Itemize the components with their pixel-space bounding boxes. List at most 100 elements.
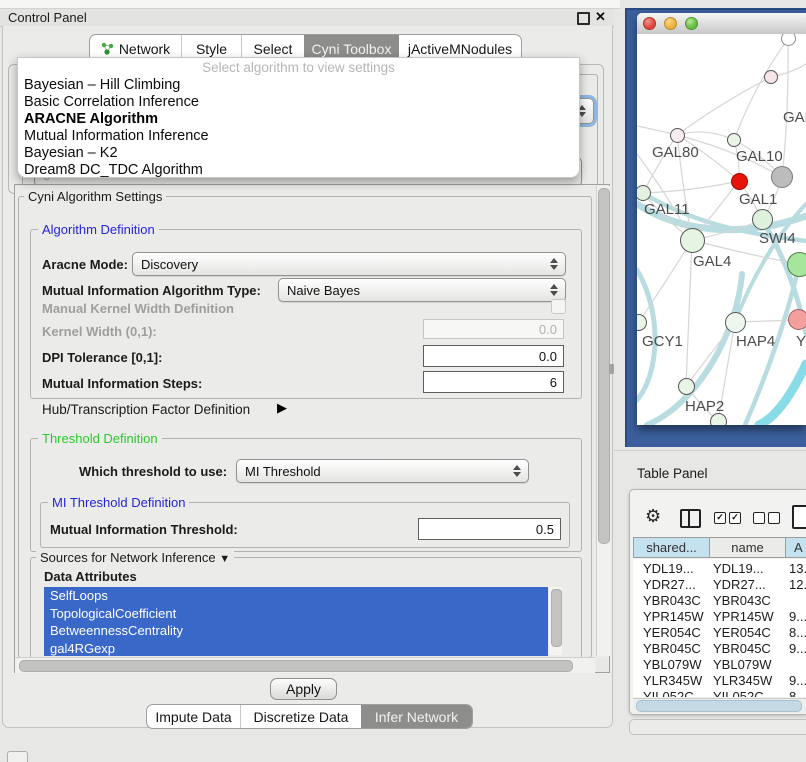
aracne-mode-label: Aracne Mode: xyxy=(42,257,128,272)
network-node[interactable] xyxy=(771,166,793,188)
attributes-list-scrollbar-thumb[interactable] xyxy=(551,589,562,647)
control-panel-titlebar: Control Panel xyxy=(0,9,614,27)
aracne-mode-combo[interactable]: Discovery xyxy=(132,252,566,276)
attribute-item-selected[interactable]: gal4RGexp xyxy=(44,640,548,656)
network-node[interactable] xyxy=(680,228,705,253)
network-window-titlebar[interactable] xyxy=(637,13,806,35)
table-row[interactable]: YDR27...YDR27...12... xyxy=(633,577,806,593)
table-row[interactable]: YBR043CYBR043C xyxy=(633,593,806,609)
table-body: YDL19...YDL19...13... YDR27...YDR27...12… xyxy=(633,559,806,697)
settings-horizontal-scrollbar-thumb[interactable] xyxy=(19,660,573,672)
sources-collapse-arrow-icon[interactable]: ▼ xyxy=(219,553,230,565)
node-label: GAL xyxy=(783,109,806,126)
scrollbar-corner xyxy=(596,658,609,672)
export-table-icon[interactable] xyxy=(792,505,806,529)
minimized-panel-button[interactable] xyxy=(7,751,28,762)
algorithm-popup: Select algorithm to view settings Bayesi… xyxy=(17,57,580,178)
combo-arrows-icon xyxy=(511,465,523,477)
manual-kernel-width-checkbox[interactable] xyxy=(551,299,566,314)
table-row[interactable]: YBL079WYBL079W xyxy=(633,657,806,673)
tab-infer-network[interactable]: Infer Network xyxy=(361,705,472,728)
column-header-partial[interactable]: A xyxy=(785,537,806,558)
close-panel-icon[interactable]: ✕ xyxy=(595,9,606,25)
attribute-item-selected[interactable]: BetweennessCentrality xyxy=(44,622,548,640)
dpi-tolerance-field[interactable]: 0.0 xyxy=(423,345,564,367)
node-label: GAL4 xyxy=(693,253,731,270)
table-row[interactable]: YBR045CYBR045C9... xyxy=(633,641,806,657)
network-node[interactable] xyxy=(727,133,741,147)
mi-threshold-legend: MI Threshold Definition xyxy=(48,495,189,510)
table-row[interactable]: YLR345WYLR345W9... xyxy=(633,673,806,689)
node-label: HAP2 xyxy=(685,398,724,415)
mi-threshold-field[interactable]: 0.5 xyxy=(418,518,561,540)
select-all-columns-icon[interactable]: ✓ xyxy=(714,512,726,524)
node-label: GAL10 xyxy=(736,148,783,165)
control-panel-title: Control Panel xyxy=(8,10,87,25)
combo-arrows-icon xyxy=(548,258,560,270)
algorithm-definition-legend: Algorithm Definition xyxy=(38,222,159,237)
network-node[interactable] xyxy=(788,309,806,330)
popup-item[interactable]: Bayesian – K2 xyxy=(18,145,579,162)
column-header-shared-name[interactable]: shared... xyxy=(633,537,710,558)
popup-item[interactable]: Dream8 DC_TDC Algorithm xyxy=(18,162,579,178)
table-row[interactable]: YDL19...YDL19...13... xyxy=(633,561,806,577)
table-panel-title: Table Panel xyxy=(637,466,708,481)
node-label: HAP4 xyxy=(736,333,775,350)
collapsed-panel-strip[interactable] xyxy=(629,719,806,735)
attribute-item-selected[interactable]: SelfLoops xyxy=(44,587,548,605)
network-canvas[interactable]: GAL80 GAL10 GAL1 GAL11 SWI4 GAL4 GCY1 HA… xyxy=(637,34,806,425)
manual-kernel-width-label: Manual Kernel Width Definition xyxy=(42,301,234,316)
float-panel-icon[interactable] xyxy=(577,12,590,25)
deselect-all-columns-icon[interactable] xyxy=(768,512,780,524)
window-minimize-button[interactable] xyxy=(664,17,677,30)
network-node[interactable] xyxy=(670,128,685,143)
deselect-all-columns-icon[interactable] xyxy=(753,512,765,524)
combo-arrows-icon xyxy=(548,284,560,296)
popup-item[interactable]: Basic Correlation Inference xyxy=(18,94,579,111)
node-label: GAL1 xyxy=(739,191,777,208)
select-all-columns-icon[interactable]: ✓ xyxy=(729,512,741,524)
kernel-width-field[interactable]: 0.0 xyxy=(423,319,564,339)
table-horizontal-scrollbar-thumb[interactable] xyxy=(636,700,802,712)
mi-algorithm-type-combo[interactable]: Naive Bayes xyxy=(278,278,566,302)
node-label: GAL11 xyxy=(644,201,690,218)
table-row[interactable]: YIL052CYIL052C8... xyxy=(633,689,806,697)
network-node[interactable] xyxy=(678,378,695,395)
node-label: Y xyxy=(796,333,806,350)
network-node[interactable] xyxy=(764,70,778,84)
which-threshold-label: Which threshold to use: xyxy=(79,464,227,479)
tab-discretize-data[interactable]: Discretize Data xyxy=(241,705,361,728)
data-attributes-label: Data Attributes xyxy=(44,569,137,584)
hub-definition-label[interactable]: Hub/Transcription Factor Definition xyxy=(42,402,250,417)
popup-header: Select algorithm to view settings xyxy=(18,58,579,77)
network-node[interactable] xyxy=(752,209,773,230)
table-settings-gear-icon[interactable]: ⚙ xyxy=(645,506,661,527)
mi-steps-label: Mutual Information Steps: xyxy=(42,376,202,391)
mi-algorithm-type-label: Mutual Information Algorithm Type: xyxy=(42,283,261,298)
column-header-name[interactable]: name xyxy=(709,537,786,558)
table-panel-header: Table Panel xyxy=(614,450,806,488)
popup-item[interactable]: Bayesian – Hill Climbing xyxy=(18,77,579,94)
mi-steps-field[interactable]: 6 xyxy=(423,371,564,393)
attribute-item-selected[interactable]: TopologicalCoefficient xyxy=(44,605,548,623)
sources-legend: Sources for Network Inference ▼ xyxy=(36,550,234,565)
tab-impute-data[interactable]: Impute Data xyxy=(147,705,241,728)
top-strip xyxy=(0,0,620,9)
dpi-tolerance-label: DPI Tolerance [0,1]: xyxy=(42,350,162,365)
network-node[interactable] xyxy=(725,312,746,333)
window-close-button[interactable] xyxy=(643,17,656,30)
column-layout-icon[interactable] xyxy=(680,509,701,528)
node-label: SWI4 xyxy=(759,230,796,247)
popup-item-selected[interactable]: ARACNE Algorithm xyxy=(18,111,579,128)
table-row[interactable]: YER054CYER054C8... xyxy=(633,625,806,641)
panel-splitter-handle[interactable] xyxy=(609,364,614,374)
window-zoom-button[interactable] xyxy=(685,17,698,30)
network-node[interactable] xyxy=(731,173,748,190)
apply-button[interactable]: Apply xyxy=(270,678,337,700)
hub-expand-arrow-icon[interactable]: ▶ xyxy=(277,400,287,416)
popup-item[interactable]: Mutual Information Inference xyxy=(18,128,579,145)
which-threshold-combo[interactable]: MI Threshold xyxy=(236,459,529,483)
kernel-width-label: Kernel Width (0,1): xyxy=(42,324,157,339)
network-node[interactable] xyxy=(787,252,806,277)
table-row[interactable]: YPR145WYPR145W9... xyxy=(633,609,806,625)
